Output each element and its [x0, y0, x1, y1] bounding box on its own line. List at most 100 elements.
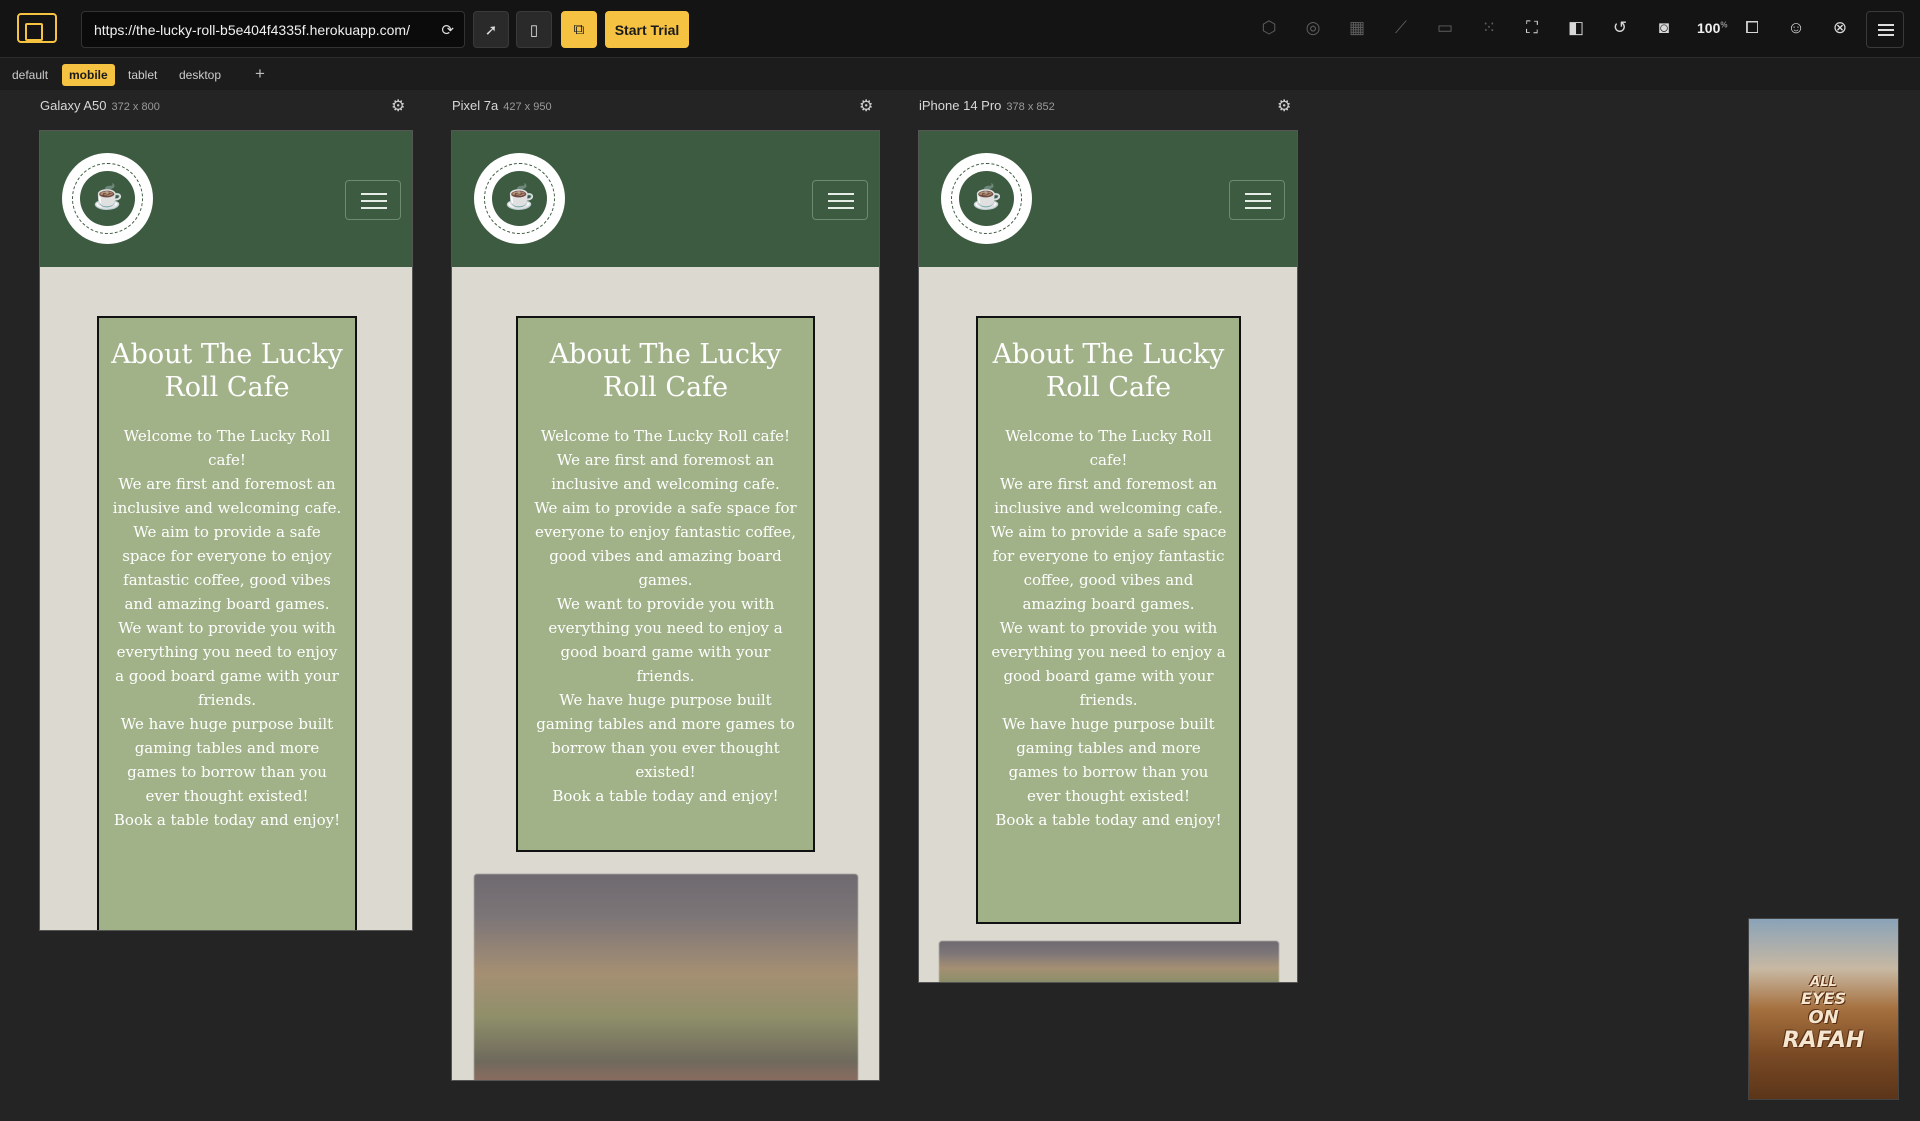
- about-card: About The Lucky Roll Cafe Welcome to The…: [516, 316, 815, 852]
- burger-bar: [1245, 207, 1271, 209]
- device-viewport-iphone[interactable]: ☕ About The Lucky Roll Cafe Welcome to T…: [918, 130, 1298, 983]
- coffee-cup-icon: ☕: [93, 184, 123, 211]
- burger-bar: [1245, 193, 1271, 195]
- burger-bar: [828, 193, 854, 195]
- preset-mobile[interactable]: mobile: [62, 64, 115, 86]
- about-line: We are first and foremost an inclusive a…: [551, 451, 780, 493]
- about-text: Welcome to The Lucky Roll cafe! We are f…: [530, 424, 801, 808]
- zoom-value: 100: [1697, 20, 1721, 36]
- preset-bar: default mobile tablet desktop +: [0, 58, 1920, 90]
- about-line: Welcome to The Lucky Roll cafe!: [540, 427, 791, 445]
- device-label: Galaxy A50 372 x 800: [40, 98, 160, 113]
- cursor-icon: ➚: [484, 21, 498, 39]
- device-viewport-galaxy[interactable]: ☕ About The Lucky Roll Cafe Welcome to T…: [39, 130, 413, 931]
- grid-icon[interactable]: ▦: [1346, 18, 1368, 38]
- cafe-logo[interactable]: ☕: [62, 153, 153, 244]
- thumbnail-text: RAFAH: [1782, 1028, 1865, 1053]
- coffee-cup-icon: ☕: [505, 184, 535, 211]
- gear-icon[interactable]: ⚙: [391, 96, 405, 116]
- rectangle-icon[interactable]: ▭: [1434, 18, 1456, 38]
- cafe-logo[interactable]: ☕: [941, 153, 1032, 244]
- url-text[interactable]: https://the-lucky-roll-b5e404f4335f.hero…: [94, 22, 410, 38]
- device-dims: 427 x 950: [503, 101, 552, 113]
- about-text: Welcome to The Lucky Roll cafe! We are f…: [111, 424, 343, 832]
- about-line: Book a table today and enjoy!: [995, 811, 1222, 829]
- about-line: We want to provide you with everything y…: [991, 619, 1226, 709]
- site-header: ☕: [919, 131, 1297, 267]
- burger-bar: [361, 193, 387, 195]
- device-name: Galaxy A50: [40, 98, 107, 113]
- thumbnail-text: ALL: [1810, 975, 1837, 990]
- preset-desktop[interactable]: desktop: [172, 64, 228, 86]
- device-label: Pixel 7a 427 x 950: [452, 98, 552, 113]
- device-viewport-pixel[interactable]: ☕ About The Lucky Roll Cafe Welcome to T…: [451, 130, 880, 1081]
- about-line: We are first and foremost an inclusive a…: [112, 475, 342, 517]
- ruler-icon[interactable]: ⟋: [1390, 18, 1412, 38]
- url-field[interactable]: https://the-lucky-roll-b5e404f4335f.hero…: [81, 11, 465, 48]
- about-card: About The Lucky Roll Cafe Welcome to The…: [97, 316, 357, 930]
- screenshot-frame-icon[interactable]: ⛶: [1521, 18, 1543, 38]
- thumbnail-text: ON: [1808, 1007, 1839, 1028]
- nav-toggle-button[interactable]: [345, 180, 401, 220]
- board-game-photo: [939, 941, 1279, 982]
- hamburger-menu-button[interactable]: [1866, 11, 1904, 48]
- top-toolbar: https://the-lucky-roll-b5e404f4335f.hero…: [0, 0, 1920, 58]
- about-text: Welcome to The Lucky Roll cafe! We are f…: [990, 424, 1227, 832]
- about-line: Book a table today and enjoy!: [113, 811, 341, 829]
- about-card: About The Lucky Roll Cafe Welcome to The…: [976, 316, 1241, 924]
- about-line: Welcome to The Lucky Roll cafe!: [123, 427, 331, 469]
- reload-icon[interactable]: ⟳: [441, 21, 454, 39]
- add-preset-icon[interactable]: +: [255, 64, 265, 84]
- about-line: Welcome to The Lucky Roll cafe!: [1005, 427, 1212, 469]
- zoom-level[interactable]: 100%: [1697, 20, 1727, 36]
- start-trial-button[interactable]: Start Trial: [605, 11, 689, 48]
- burger-bar: [361, 207, 387, 209]
- device-name: iPhone 14 Pro: [919, 98, 1002, 113]
- discord-icon[interactable]: ☺: [1785, 18, 1807, 38]
- overlap-icon[interactable]: ◎: [1302, 18, 1324, 38]
- dots-grid-icon[interactable]: ⁙: [1478, 18, 1500, 38]
- board-game-photo: [474, 874, 858, 1080]
- menu-bar: [1878, 34, 1894, 36]
- about-line: We have huge purpose built gaming tables…: [1002, 715, 1215, 805]
- cube-icon[interactable]: ⬡: [1258, 18, 1280, 38]
- device-label: iPhone 14 Pro 378 x 852: [919, 98, 1055, 113]
- gear-icon[interactable]: ⚙: [1277, 96, 1291, 116]
- phone-icon: ▯: [529, 21, 539, 39]
- burger-bar: [828, 207, 854, 209]
- site-header: ☕: [40, 131, 412, 267]
- zoom-unit: %: [1720, 20, 1728, 30]
- floating-thumbnail[interactable]: ALL EYES ON RAFAH: [1748, 918, 1899, 1100]
- about-line: We want to provide you with everything y…: [115, 619, 339, 709]
- menu-bar: [1878, 24, 1894, 26]
- sidebar-layout-icon[interactable]: ◧: [1565, 18, 1587, 38]
- multi-device-button[interactable]: ⧉: [561, 11, 597, 48]
- devices-icon: ⧉: [573, 21, 585, 38]
- about-line: We have huge purpose built gaming tables…: [536, 691, 795, 781]
- inspect-cursor-button[interactable]: ➚: [473, 11, 509, 48]
- nav-toggle-button[interactable]: [1229, 180, 1285, 220]
- device-name: Pixel 7a: [452, 98, 499, 113]
- app-logo-icon[interactable]: [17, 13, 57, 43]
- burger-bar: [1245, 200, 1271, 202]
- about-line: We aim to provide a safe space for every…: [122, 523, 332, 613]
- cafe-logo[interactable]: ☕: [474, 153, 565, 244]
- coffee-cup-icon: ☕: [972, 184, 1002, 211]
- mobile-view-button[interactable]: ▯: [516, 11, 552, 48]
- preset-tablet[interactable]: tablet: [121, 64, 164, 86]
- devices-layout-icon[interactable]: ⧠: [1741, 18, 1763, 38]
- about-line: We aim to provide a safe space for every…: [990, 523, 1227, 613]
- nav-toggle-button[interactable]: [812, 180, 868, 220]
- device-dims: 378 x 852: [1006, 101, 1055, 113]
- about-title: About The Lucky Roll Cafe: [111, 339, 343, 403]
- about-title: About The Lucky Roll Cafe: [992, 339, 1225, 403]
- site-header: ☕: [452, 131, 879, 267]
- rotate-icon[interactable]: ↺: [1609, 18, 1631, 38]
- about-title: About The Lucky Roll Cafe: [549, 339, 782, 403]
- preset-default[interactable]: default: [5, 64, 55, 86]
- gear-icon[interactable]: ⚙: [859, 96, 873, 116]
- camera-icon[interactable]: ◙: [1653, 18, 1675, 38]
- about-line: Book a table today and enjoy!: [552, 787, 779, 805]
- close-circle-icon[interactable]: ⊗: [1829, 18, 1851, 38]
- burger-bar: [828, 200, 854, 202]
